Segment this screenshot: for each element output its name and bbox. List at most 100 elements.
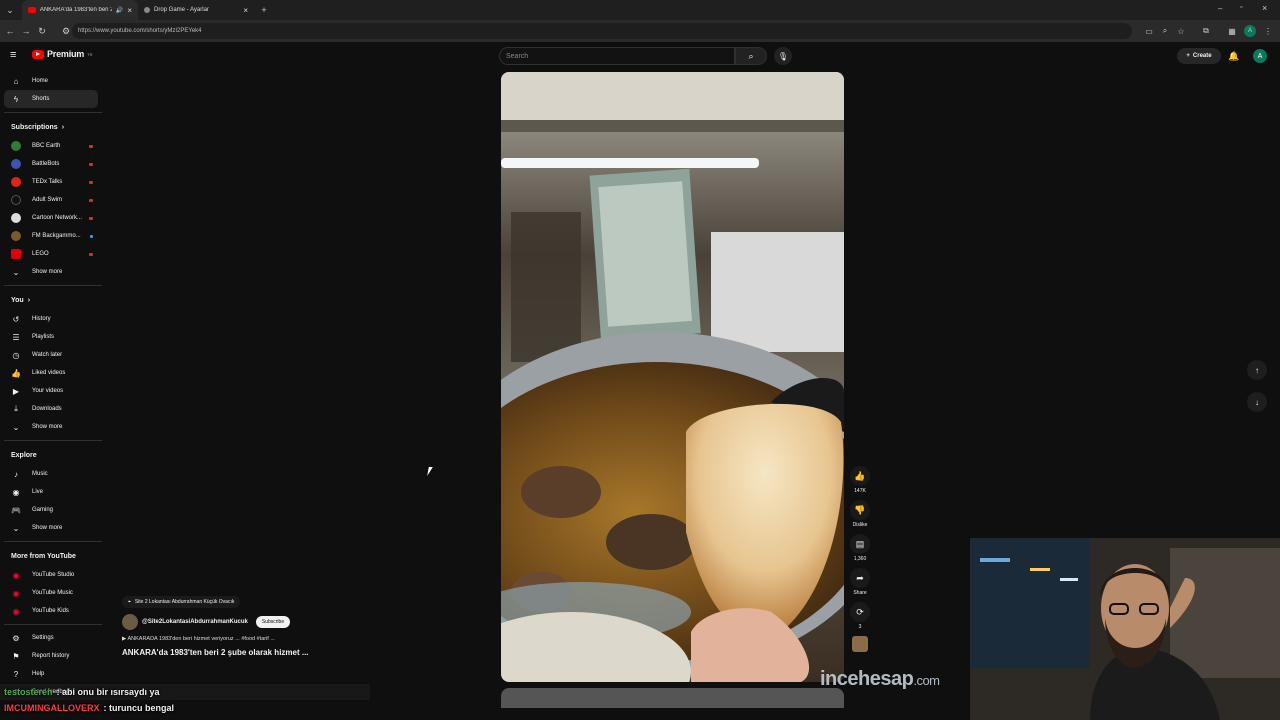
- browser-menu-icon[interactable]: ⋮: [1262, 25, 1274, 37]
- sidebar-item-subscription[interactable]: FM Backgammo...: [0, 227, 104, 245]
- browser-profile-avatar[interactable]: A: [1244, 25, 1256, 37]
- notifications-bell-icon[interactable]: 🔔: [1227, 49, 1241, 63]
- share-action[interactable]: ➦ Share: [848, 568, 872, 596]
- sidebar-item-subscription[interactable]: LEGO: [0, 245, 104, 263]
- sidebar-item-help[interactable]: ? Help: [0, 665, 104, 683]
- dislike-action[interactable]: 👎 Dislike: [848, 500, 872, 528]
- youtube-premium-logo[interactable]: Premium TR: [32, 49, 92, 59]
- sidebar-item-subscription[interactable]: BattleBots: [0, 155, 104, 173]
- subscribe-button[interactable]: Subscribe: [255, 616, 291, 628]
- divider: [4, 112, 102, 113]
- sidebar: ⌂ Home ϟ Shorts Subscriptions › BBC Earth B…: [0, 72, 104, 697]
- remix-action[interactable]: ⟳ 3: [848, 602, 872, 630]
- youtube-music-icon: ◉: [12, 588, 20, 598]
- channel-avatar[interactable]: [122, 614, 138, 630]
- sidebar-item-subscription[interactable]: Cartoon Network...: [0, 209, 104, 227]
- zoom-icon[interactable]: ⌕: [1159, 25, 1171, 37]
- close-tab-icon[interactable]: ×: [243, 6, 248, 15]
- create-button[interactable]: + Create: [1177, 48, 1221, 64]
- sidebar-item-subscription[interactable]: TEDx Talks: [0, 173, 104, 191]
- short-title[interactable]: ANKARA'da 1983'ten beri 2 şube olarak hi…: [122, 648, 462, 657]
- voice-search-button[interactable]: 🎙: [774, 47, 792, 65]
- section-title: You: [11, 296, 24, 304]
- site-info-icon[interactable]: ⚙: [60, 25, 72, 37]
- browser-tab-active[interactable]: ANKARA'da 1983'ten beri 2 🔊 ×: [22, 0, 138, 20]
- browser-tab[interactable]: Drop Game - Ayarlar ×: [138, 0, 254, 20]
- sidebar-item-playlists[interactable]: ☰ Playlists: [0, 328, 104, 346]
- sound-thumbnail[interactable]: [848, 636, 872, 652]
- sidebar-item-label: Settings: [32, 635, 54, 641]
- show-more-explore[interactable]: ⌄ Show more: [0, 519, 104, 537]
- sidebar-item-report-history[interactable]: ⚑ Report history: [0, 647, 104, 665]
- sidebar-item-your-videos[interactable]: ▶ Your videos: [0, 382, 104, 400]
- sidebar-item-live[interactable]: ◉ Live: [0, 483, 104, 501]
- tab-search-icon[interactable]: ⌄: [4, 4, 16, 16]
- shorts-icon: ϟ: [13, 94, 19, 104]
- logo-region: TR: [87, 51, 93, 57]
- sidebar-item-label: YouTube Studio: [32, 572, 75, 578]
- chevron-down-icon: ⌄: [12, 523, 20, 533]
- short-video-player[interactable]: [501, 72, 844, 682]
- live-indicator: [89, 162, 93, 166]
- you-heading[interactable]: You ›: [0, 290, 104, 310]
- new-tab-icon[interactable]: +: [258, 4, 270, 16]
- sidebar-item-settings[interactable]: ⚙ Settings: [0, 629, 104, 647]
- channel-name[interactable]: @Site2LokantasiAbdurrahmanKucuk: [142, 619, 248, 625]
- url-field[interactable]: https://www.youtube.com/shorts/yMzI2PEYe…: [72, 23, 1132, 39]
- next-short-button[interactable]: ↓: [1247, 392, 1267, 412]
- cast-icon[interactable]: ▭: [1143, 25, 1155, 37]
- sidebar-item-home[interactable]: ⌂ Home: [0, 72, 104, 90]
- sidebar-item-shorts[interactable]: ϟ Shorts: [4, 90, 98, 108]
- sidebar-item-youtube-music[interactable]: ◉ YouTube Music: [0, 584, 104, 602]
- location-chip[interactable]: ⌖ Site 2 Lokantası Abdurrahman Küçük Ovac…: [122, 596, 241, 608]
- comments-action[interactable]: ▤ 1,360: [848, 534, 872, 562]
- speaker-icon[interactable]: 🔊: [116, 7, 123, 14]
- chevron-down-icon: ⌄: [12, 422, 20, 432]
- close-window-icon[interactable]: ×: [1262, 3, 1267, 13]
- back-icon[interactable]: ←: [4, 25, 16, 37]
- profile-extension-icon[interactable]: ▦: [1226, 25, 1238, 37]
- menu-icon[interactable]: ≡: [10, 50, 22, 61]
- gear-icon: ⚙: [12, 633, 20, 643]
- thumbs-up-icon: 👍: [11, 368, 21, 378]
- sidebar-item-history[interactable]: ↺ History: [0, 310, 104, 328]
- download-icon: ⤓: [14, 404, 18, 413]
- reload-icon[interactable]: ↻: [36, 25, 48, 37]
- share-icon: ➦: [850, 568, 870, 588]
- minimize-icon[interactable]: –: [1218, 4, 1222, 13]
- forward-icon[interactable]: →: [20, 25, 32, 37]
- sidebar-item-music[interactable]: ♪ Music: [0, 465, 104, 483]
- show-more-you[interactable]: ⌄ Show more: [0, 418, 104, 436]
- show-more-subscriptions[interactable]: ⌄ Show more: [0, 263, 104, 281]
- dislike-label: Dislike: [852, 522, 868, 528]
- search-input[interactable]: Search: [499, 47, 735, 65]
- subscriptions-heading[interactable]: Subscriptions ›: [0, 117, 104, 137]
- stream-chat-overlay: testosteren : abi onu bir ısırsaydı ya I…: [0, 684, 370, 720]
- chat-text: : turuncu bengal: [103, 703, 175, 713]
- sidebar-item-watch-later[interactable]: ◷ Watch later: [0, 346, 104, 364]
- sidebar-item-label: YouTube Music: [32, 590, 73, 596]
- maximize-icon[interactable]: ▫: [1240, 4, 1242, 11]
- next-short-preview[interactable]: [501, 688, 844, 708]
- sidebar-item-label: Music: [32, 471, 48, 477]
- search-button[interactable]: ⌕: [735, 47, 767, 65]
- sidebar-item-gaming[interactable]: 🎮 Gaming: [0, 501, 104, 519]
- close-tab-icon[interactable]: ×: [127, 6, 132, 15]
- flag-icon: ⚑: [12, 651, 20, 661]
- bookmark-star-icon[interactable]: ☆: [1175, 25, 1187, 37]
- previous-short-button[interactable]: ↑: [1247, 360, 1267, 380]
- arrow-up-icon: ↑: [1255, 365, 1259, 375]
- sidebar-item-subscription[interactable]: Adult Swim: [0, 191, 104, 209]
- channel-avatar: [11, 231, 21, 241]
- chevron-right-icon: ›: [27, 296, 31, 304]
- section-title: Subscriptions: [11, 123, 58, 131]
- sidebar-item-youtube-studio[interactable]: ◉ YouTube Studio: [0, 566, 104, 584]
- sidebar-item-liked-videos[interactable]: 👍 Liked videos: [0, 364, 104, 382]
- short-description[interactable]: ▶ ANKARADA 1983'den beri hizmet veriyoru…: [122, 636, 462, 642]
- sidebar-item-downloads[interactable]: ⤓ Downloads: [0, 400, 104, 418]
- extensions-icon[interactable]: ⧉: [1200, 25, 1212, 37]
- sidebar-item-subscription[interactable]: BBC Earth: [0, 137, 104, 155]
- like-action[interactable]: 👍 147K: [848, 466, 872, 494]
- avatar[interactable]: A: [1253, 49, 1267, 63]
- sidebar-item-youtube-kids[interactable]: ◉ YouTube Kids: [0, 602, 104, 620]
